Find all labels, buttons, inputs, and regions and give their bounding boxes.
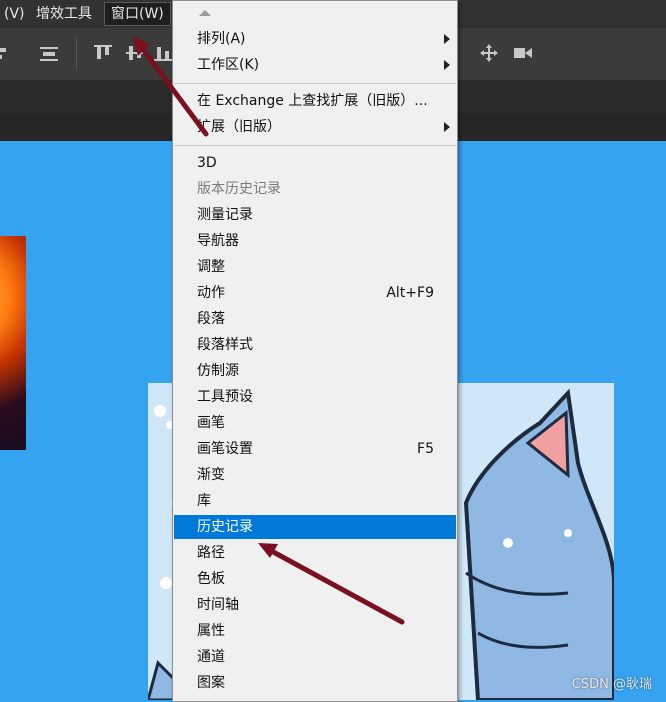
menu-item-label: 图案 [197,675,225,691]
menu-item[interactable]: 扩展（旧版） [174,115,456,139]
menu-item-label: 属性 [197,623,225,639]
submenu-arrow-icon [444,122,450,132]
menu-item-label: 时间轴 [197,597,239,613]
menu-item-label: 版本历史记录 [197,181,281,197]
align-bottom-icon[interactable] [152,42,174,64]
align-vertical-center-icon[interactable] [124,42,146,64]
menu-item[interactable]: 工具预设 [174,385,456,409]
move-3d-icon[interactable] [478,42,500,64]
menu-item-shortcut: Alt+F9 [386,285,434,301]
menu-item-label: 排列(A) [197,31,246,47]
menu-item[interactable]: 渐变 [174,463,456,487]
menu-item[interactable]: 时间轴 [174,593,456,617]
watermark: CSDN @耿瑞 [571,677,652,692]
menu-item[interactable]: 路径 [174,541,456,565]
sun-image-layer [0,236,26,450]
menu-item[interactable]: 通道 [174,645,456,669]
menu-item[interactable]: 色板 [174,567,456,591]
menu-item-label: 工作区(K) [197,57,260,73]
menu-item[interactable]: 调整 [174,255,456,279]
align-horizontal-center-icon[interactable] [38,42,60,64]
menu-item[interactable]: 仿制源 [174,359,456,383]
menu-item: 版本历史记录 [174,177,456,201]
menu-plugins[interactable]: 增效工具 [30,0,98,28]
menu-item-label: 历史记录 [197,519,253,535]
menu-divider [174,145,456,146]
menu-item[interactable]: 属性 [174,619,456,643]
menu-item-label: 3D [197,155,217,171]
menu-item-label: 导航器 [197,233,239,249]
menu-item[interactable]: 段落 [174,307,456,331]
align-left-icon[interactable] [0,42,14,64]
menu-item[interactable]: 动作 Alt+F9 [174,281,456,305]
menu-item-label: 扩展（旧版） [197,119,281,135]
menu-item[interactable]: 图案 [174,671,456,695]
video-camera-icon[interactable] [512,42,534,64]
menu-item-label: 路径 [197,545,225,561]
menu-item-label: 段落 [197,311,225,327]
menu-view[interactable]: (V) [0,0,31,28]
menu-item-label: 仿制源 [197,363,239,379]
menu-item[interactable]: 测量记录 [174,203,456,227]
menu-divider [174,83,456,84]
menu-item-label: 画笔 [197,415,225,431]
align-top-icon[interactable] [92,42,114,64]
menu-item[interactable]: 历史记录 [174,515,456,539]
menu-item[interactable]: 导航器 [174,229,456,253]
menu-item-shortcut: F5 [417,441,434,457]
window-menu-dropdown: 排列(A) 工作区(K) 在 Exchange 上查找扩展（旧版）... 扩展（旧版）… [172,0,458,702]
menu-item-label: 工具预设 [197,389,253,405]
menu-item[interactable]: 画笔 [174,411,456,435]
menu-item-label: 画笔设置 [197,441,253,457]
scroll-up-icon[interactable] [199,10,211,16]
menu-item-label: 渐变 [197,467,225,483]
menu-item-label: 动作 [197,285,225,301]
menu-item-label: 段落样式 [197,337,253,353]
menu-item-label: 库 [197,493,211,509]
menu-item-label: 测量记录 [197,207,253,223]
menu-item[interactable]: 画笔设置 F5 [174,437,456,461]
menu-window[interactable]: 窗口(W) [104,2,171,26]
toolbar-separator [76,38,77,70]
menu-item-label: 通道 [197,649,225,665]
menu-item[interactable]: 工作区(K) [174,53,456,77]
menu-item[interactable]: 库 [174,489,456,513]
menu-item-label: 调整 [197,259,225,275]
submenu-arrow-icon [444,60,450,70]
menu-item[interactable]: 在 Exchange 上查找扩展（旧版）... [174,89,456,113]
submenu-arrow-icon [444,34,450,44]
menu-item[interactable]: 3D [174,151,456,175]
menu-item-label: 在 Exchange 上查找扩展（旧版）... [197,93,428,109]
menu-item[interactable]: 排列(A) [174,27,456,51]
menu-item-label: 色板 [197,571,225,587]
menu-item[interactable]: 段落样式 [174,333,456,357]
